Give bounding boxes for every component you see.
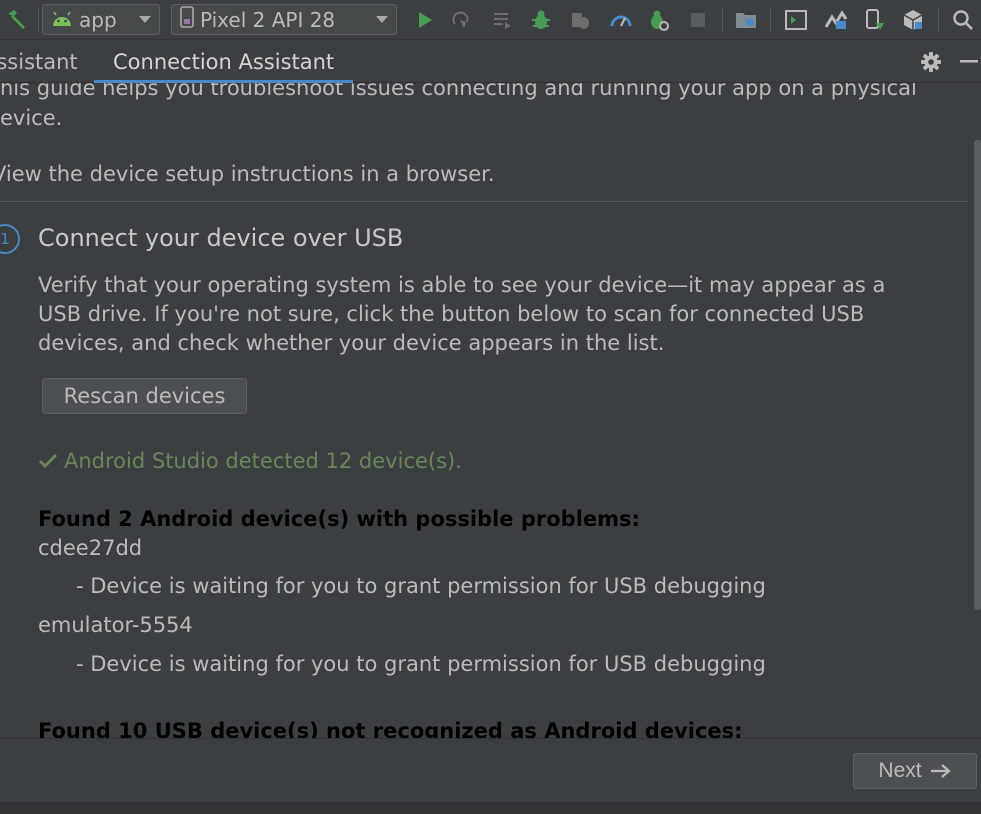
- attach-debugger-icon[interactable]: [567, 0, 593, 40]
- section-divider: [0, 201, 968, 202]
- step-title: Connect your device over USB: [38, 224, 404, 252]
- apply-code-changes-icon[interactable]: [489, 0, 515, 40]
- tab-assistant[interactable]: Assistant: [0, 40, 78, 83]
- intro-text-line1: his guide helps you troubleshoot issues …: [0, 83, 917, 100]
- tab-connection-assistant-label: Connection Assistant: [113, 49, 335, 74]
- next-button-label: Next: [878, 759, 922, 782]
- terminal-icon[interactable]: [783, 0, 809, 40]
- tab-assistant-label: Assistant: [0, 49, 78, 74]
- build-hammer-icon[interactable]: [0, 0, 34, 40]
- device-combo[interactable]: Pixel 2 API 28: [171, 4, 397, 35]
- step-description-line2: USB drive. If you're not sure, click the…: [38, 302, 865, 326]
- chevron-down-icon: [139, 16, 151, 23]
- debug-settings-bug-icon[interactable]: [645, 0, 671, 40]
- step-number-badge: 1: [0, 224, 20, 254]
- device-id: cdee27dd: [38, 536, 143, 560]
- step-number: 1: [0, 230, 10, 248]
- run-icon[interactable]: [412, 0, 438, 40]
- rescan-devices-button[interactable]: Rescan devices: [42, 378, 247, 414]
- intro-text-line2: evice.: [0, 106, 63, 130]
- main-toolbar: app Pixel 2 API 28: [0, 0, 981, 40]
- status-strip: [0, 802, 981, 814]
- detection-status: Android Studio detected 12 device(s).: [38, 449, 462, 473]
- vertical-scrollbar[interactable]: [974, 140, 981, 610]
- device-issue: - Device is waiting for you to grant per…: [76, 652, 766, 676]
- phone-icon: [180, 6, 194, 33]
- connection-assistant-panel: his guide helps you troubleshoot issues …: [0, 83, 981, 738]
- problem-devices-header: Found 2 Android device(s) with possible …: [38, 507, 640, 531]
- device-manager-icon[interactable]: [862, 0, 888, 40]
- debug-bug-icon[interactable]: [528, 0, 554, 40]
- chevron-down-icon: [376, 16, 388, 23]
- android-icon: [51, 8, 73, 32]
- run-config-label: app: [79, 7, 117, 32]
- browser-instructions-link[interactable]: View the device setup instructions in a …: [0, 162, 495, 186]
- profiler-gauge-icon[interactable]: [608, 0, 634, 40]
- tab-connection-assistant[interactable]: Connection Assistant: [94, 40, 354, 83]
- arrow-right-icon: [930, 763, 952, 779]
- apply-changes-icon[interactable]: [448, 0, 474, 40]
- run-config-combo[interactable]: app: [42, 4, 160, 35]
- device-id: emulator-5554: [38, 613, 193, 637]
- unrecognized-devices-header: Found 10 USB device(s) not recognized as…: [38, 719, 743, 738]
- sync-project-icon[interactable]: [733, 0, 759, 40]
- assistant-tab-bar: Assistant Connection Assistant: [0, 40, 981, 83]
- avd-manager-icon[interactable]: [823, 0, 849, 40]
- footer-bar: Next: [0, 738, 981, 814]
- gear-icon[interactable]: [918, 40, 944, 83]
- device-label: Pixel 2 API 28: [200, 7, 336, 32]
- search-icon[interactable]: [948, 0, 978, 40]
- minimize-icon[interactable]: [956, 40, 981, 83]
- sdk-manager-icon[interactable]: [900, 0, 926, 40]
- stop-icon[interactable]: [685, 0, 711, 40]
- detection-status-text: Android Studio detected 12 device(s).: [64, 449, 462, 473]
- checkmark-icon: [38, 453, 58, 469]
- step-description-line1: Verify that your operating system is abl…: [38, 273, 886, 297]
- device-issue: - Device is waiting for you to grant per…: [76, 574, 766, 598]
- step-description-line3: devices, and check whether your device a…: [38, 331, 665, 355]
- next-button[interactable]: Next: [853, 753, 977, 789]
